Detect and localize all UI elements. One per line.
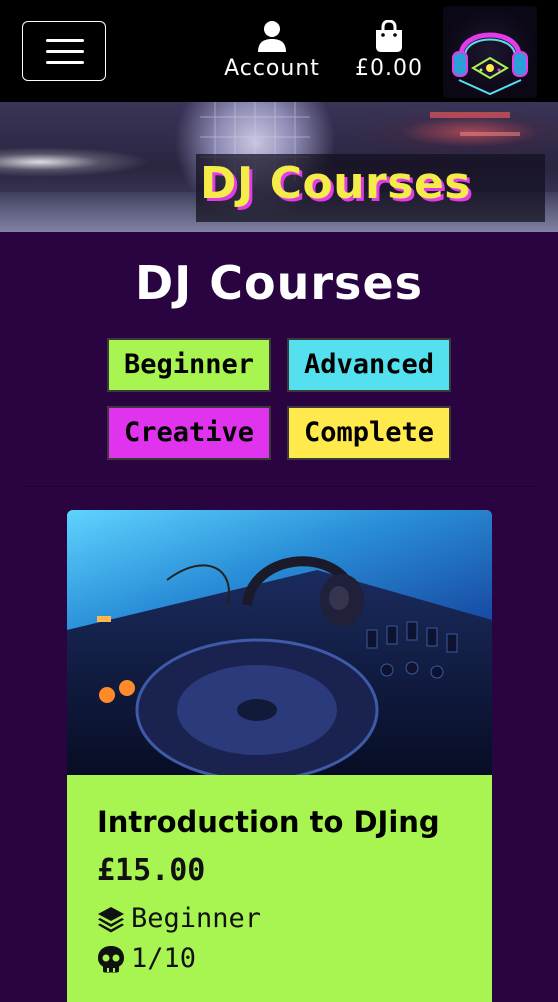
shopping-bag-icon (376, 20, 402, 52)
filter-creative-button[interactable]: Creative (107, 406, 271, 460)
hero-title: DJ Courses (200, 158, 471, 209)
page-title: DJ Courses (134, 256, 424, 310)
hamburger-menu-icon-bar (46, 50, 84, 53)
basket-link[interactable]: £0.00 (344, 20, 434, 81)
account-link[interactable]: Account (214, 20, 330, 81)
filter-complete-button[interactable]: Complete (287, 406, 451, 460)
account-label: Account (224, 56, 320, 81)
course-image (67, 510, 492, 775)
hamburger-menu-icon (46, 39, 84, 42)
skull-icon (98, 945, 124, 972)
dj-controller-image (67, 556, 492, 775)
course-price: £15.00 (97, 853, 206, 888)
basket-total: £0.00 (355, 56, 423, 81)
filter-advanced-button[interactable]: Advanced (287, 338, 451, 392)
course-card[interactable]: Introduction to DJing £15.00 Beginner 1/… (67, 510, 492, 1002)
neon-headphones-logo (452, 32, 528, 96)
filter-beginner-button[interactable]: Beginner (107, 338, 271, 392)
menu-toggle-button[interactable] (22, 21, 106, 81)
section-divider (22, 486, 536, 487)
course-difficulty: 1/10 (97, 943, 196, 974)
site-logo[interactable] (443, 6, 537, 98)
user-icon (258, 21, 286, 52)
course-title[interactable]: Introduction to DJing (97, 805, 440, 839)
hamburger-menu-icon-bar (46, 61, 84, 64)
layer-group-icon (98, 906, 124, 932)
course-level: Beginner (97, 903, 261, 934)
course-difficulty-label: 1/10 (131, 943, 197, 974)
course-level-label: Beginner (131, 903, 262, 934)
top-navbar: Account £0.00 (0, 0, 558, 102)
hero-banner: DJ Courses (0, 102, 558, 232)
course-card-body: Introduction to DJing £15.00 Beginner 1/… (67, 775, 492, 1002)
